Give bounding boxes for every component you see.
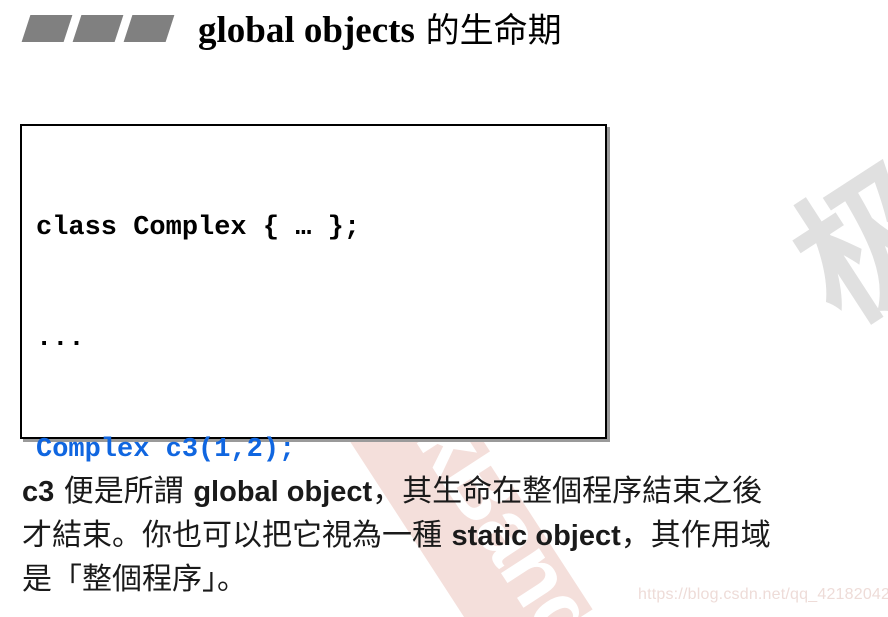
body-line-3: 是「整個程序」。 — [22, 558, 884, 601]
body-text-segment: 是「整個程序」。 — [22, 562, 247, 597]
slide-title-row: global objects 的生命期 — [0, 0, 888, 70]
page-title-en: global objects — [198, 10, 415, 51]
body-term-global-object: global object — [193, 476, 373, 508]
body-code-ref: c3 — [22, 476, 55, 508]
body-text-segment: 便是所謂 — [54, 474, 194, 509]
body-text-segment: 才結束。你也可以把它視為一種 — [22, 518, 452, 553]
code-line-text: Complex c3(1,2); — [36, 435, 296, 465]
body-paragraph: c3 便是所謂 global object，其生命在整個程序結束之後 才結束。你… — [22, 470, 884, 601]
code-snippet-box: class Complex { … }; ... Complex c3(1,2)… — [20, 124, 607, 465]
code-line: ... — [36, 321, 605, 358]
code-line-highlighted: Complex c3(1,2); — [36, 432, 605, 469]
code-line: class Complex { … }; — [36, 210, 605, 247]
body-line-2: 才結束。你也可以把它視為一種 static object，其作用域 — [22, 514, 884, 558]
page-title: global objects 的生命期 — [198, 8, 562, 54]
slide-canvas: GeekBand 极 https://blog.csdn.net/qq_4218… — [0, 0, 888, 617]
body-text-segment: ，其作用域 — [620, 518, 771, 553]
body-line-1: c3 便是所謂 global object，其生命在整個程序結束之後 — [22, 470, 884, 514]
page-title-cjk: 的生命期 — [414, 11, 562, 51]
title-bullet-bars — [21, 15, 175, 42]
bullet-bar-icon — [72, 15, 124, 42]
body-text-segment: ，其生命在整個程序結束之後 — [372, 474, 763, 509]
code-line-text: class Complex { … }; — [36, 213, 361, 243]
cjk-character-watermark: 极 — [765, 130, 888, 358]
bullet-bar-icon — [21, 15, 73, 42]
bullet-bar-icon — [123, 15, 175, 42]
body-term-static-object: static object — [451, 520, 621, 552]
code-line-text: ... — [36, 324, 85, 354]
